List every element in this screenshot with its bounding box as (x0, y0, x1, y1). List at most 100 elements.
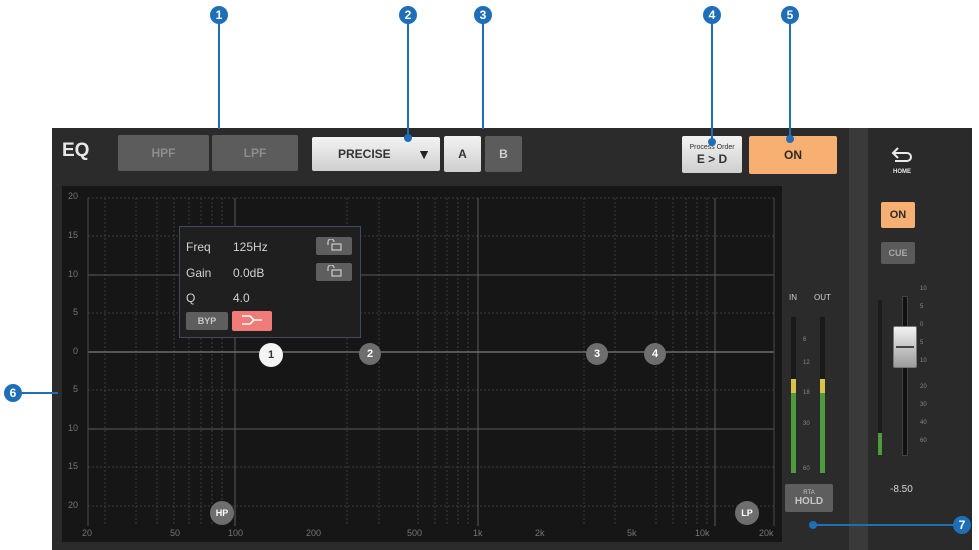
eq-device: EQ HPF LPF PRECISE ▼ A B Process Order E… (52, 128, 972, 550)
eq-graph[interactable]: 20 15 10 5 0 5 10 15 20 20 50 100 200 50… (62, 186, 782, 542)
meter-scale-label: 6 (803, 337, 807, 343)
meter-scale-label: 60 (803, 466, 810, 472)
hold-label: HOLD (794, 495, 824, 507)
fader-scale-label: 10 (920, 286, 927, 292)
freq-lock-button[interactable] (316, 237, 352, 255)
y-label: 5 (73, 384, 79, 394)
eq-graph-grid (87, 197, 775, 526)
y-label: 20 (68, 191, 79, 201)
y-label: 15 (68, 230, 79, 240)
fader-scale-label: 30 (920, 402, 927, 408)
fader-scale-label: 0 (920, 322, 924, 328)
x-label: 5k (627, 528, 637, 538)
x-label: 500 (407, 528, 423, 538)
bypass-button[interactable]: BYP (186, 312, 228, 330)
callout-1: 1 (210, 6, 228, 24)
channel-on-button[interactable]: ON (881, 202, 915, 228)
meter-scale-label: 30 (803, 421, 810, 427)
x-label: 50 (170, 528, 181, 538)
fader-scale-label: 10 (920, 358, 927, 364)
fader-scale-label: 20 (920, 384, 927, 390)
callout-3: 3 (474, 6, 492, 24)
lpf-handle[interactable]: LP (735, 501, 759, 525)
callout-7: 7 (953, 516, 971, 534)
process-order-value: E > D (696, 151, 728, 166)
callout-4: 4 (703, 6, 721, 24)
x-label: 20 (82, 528, 93, 538)
home-button[interactable]: HOME (884, 140, 920, 180)
q-label: Q (186, 291, 196, 305)
eq-panel: EQ HPF LPF PRECISE ▼ A B Process Order E… (52, 128, 849, 550)
callout-dot-4 (708, 138, 716, 146)
meter-scale-label: 18 (803, 390, 810, 396)
q-value[interactable]: 4.0 (233, 291, 250, 305)
callout-dot-5 (786, 135, 794, 143)
callout-dot-7 (809, 521, 817, 529)
fader-scale-label: 40 (920, 420, 927, 426)
x-label: 200 (306, 528, 322, 538)
lock-icon (325, 263, 343, 280)
band-1-handle[interactable]: 1 (259, 343, 283, 367)
callout-line-3 (482, 22, 484, 129)
fader-scale-label: 5 (920, 340, 924, 346)
chevron-down-icon: ▼ (417, 146, 431, 162)
y-label: 5 (73, 307, 79, 317)
freq-value[interactable]: 125Hz (233, 240, 268, 254)
peaking-filter-icon (240, 313, 264, 330)
fader-value: -8.50 (890, 484, 913, 495)
fader-knob[interactable] (893, 326, 917, 368)
lock-icon (325, 237, 343, 254)
freq-label: Freq (186, 240, 211, 254)
level-meter: IN OUT 6 12 18 30 60 (786, 293, 846, 478)
callout-dot-2 (404, 134, 412, 142)
bank-b-button[interactable]: B (485, 136, 522, 172)
callout-line-2 (407, 22, 409, 136)
fader-track (902, 296, 908, 456)
x-label: 2k (535, 528, 545, 538)
x-label: 1k (473, 528, 483, 538)
eq-mode-dropdown[interactable]: PRECISE ▼ (312, 137, 440, 171)
meter-in-label: IN (789, 293, 797, 302)
bank-a-button[interactable]: A (444, 136, 481, 172)
y-label: 0 (73, 346, 79, 356)
band-info-panel: Freq 125Hz Gain 0.0dB Q 4.0 BYP (179, 226, 361, 338)
channel-side-panel: HOME ON CUE 10 5 0 5 10 20 30 40 60 -8.5… (868, 128, 972, 550)
hpf-handle[interactable]: HP (210, 501, 234, 525)
meter-out-bar (820, 317, 825, 473)
lpf-button[interactable]: LPF (212, 135, 298, 171)
meter-in-bar (791, 317, 796, 473)
meter-scale-label: 12 (803, 360, 810, 366)
x-label: 20k (759, 528, 774, 538)
band-2-handle[interactable]: 2 (359, 343, 381, 365)
callout-line-1 (218, 22, 220, 129)
fader-scale-label: 5 (920, 304, 924, 310)
eq-mode-label: PRECISE (338, 147, 391, 161)
callout-line-6 (20, 392, 58, 394)
callout-line-5 (789, 22, 791, 138)
rta-hold-button[interactable]: RTA HOLD (785, 484, 833, 512)
filter-type-button[interactable] (232, 311, 272, 331)
hpf-button[interactable]: HPF (118, 135, 209, 171)
callout-line-4 (711, 22, 713, 142)
callout-2: 2 (399, 6, 417, 24)
home-label: HOME (893, 168, 911, 175)
cue-button[interactable]: CUE (881, 242, 915, 264)
eq-title: EQ (62, 140, 90, 161)
callout-6: 6 (4, 384, 22, 402)
home-back-icon (890, 146, 914, 167)
gain-lock-button[interactable] (316, 263, 352, 281)
fader-scale-label: 60 (920, 438, 927, 444)
x-label: 10k (695, 528, 710, 538)
meter-out-label: OUT (814, 293, 831, 302)
y-label: 10 (68, 269, 79, 279)
eq-on-button[interactable]: ON (749, 136, 837, 174)
gain-label: Gain (186, 266, 212, 280)
x-label: 100 (228, 528, 244, 538)
y-label: 20 (68, 500, 79, 510)
y-label: 15 (68, 461, 79, 471)
band-3-handle[interactable]: 3 (586, 343, 608, 365)
band-4-handle[interactable]: 4 (644, 343, 666, 365)
callout-line-7 (813, 524, 961, 526)
channel-meter (878, 300, 882, 455)
gain-value[interactable]: 0.0dB (233, 266, 264, 280)
